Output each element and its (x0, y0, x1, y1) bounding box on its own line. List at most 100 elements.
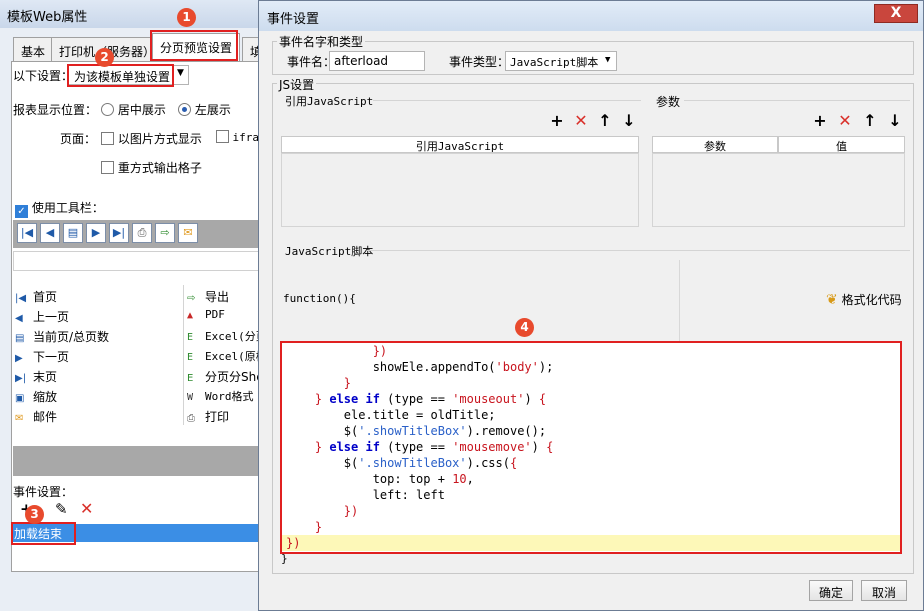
format-code-label: 格式化代码 (841, 293, 902, 307)
ref-js-table[interactable] (281, 153, 639, 227)
highlight-box-2 (67, 64, 174, 87)
code-editor[interactable]: }) showEle.appendTo('body'); } } else if… (280, 341, 902, 554)
list-item[interactable]: E Excel(原样 (187, 345, 267, 365)
zoom-icon: ▣ (15, 393, 25, 404)
list-item[interactable]: W Word格式 (187, 385, 254, 405)
radio-selected-icon (178, 103, 191, 116)
add-param-icon[interactable]: + (812, 111, 828, 130)
checkbox-image-mode-label: 以图片方式显示 (117, 132, 202, 146)
event-settings-label: 事件设置： (13, 485, 74, 499)
list-item-label: 分页分She (205, 370, 264, 384)
code-line: top: top + 10, (286, 471, 474, 487)
move-down-icon[interactable]: ↓ (887, 111, 903, 130)
badge-2: 2 (95, 48, 114, 67)
list-item[interactable]: E Excel(分页 (187, 325, 267, 345)
radio-center[interactable]: 居中展示 (101, 101, 166, 118)
code-line: } (286, 375, 351, 391)
list-item-label: 当前页/总页数 (33, 330, 110, 344)
code-token: ele.title = oldTitle; (343, 408, 496, 422)
list-item-label: Word格式 (205, 390, 254, 403)
code-token: (type == (379, 392, 453, 406)
pdf-icon: ▲ (187, 310, 194, 321)
mail-icon[interactable]: ✉ (178, 223, 198, 243)
radio-left-label: 左展示 (194, 103, 231, 117)
excel-icon: E (187, 373, 194, 384)
code-token: }) (286, 536, 301, 550)
list-item[interactable]: ✉ 邮件 (15, 405, 57, 425)
use-toolbar-label: 使用工具栏： (31, 201, 104, 215)
event-type-select[interactable]: JavaScript脚本 ▼ (505, 51, 617, 71)
code-line: }) (286, 343, 387, 359)
list-item[interactable]: |◀ 首页 (15, 285, 57, 305)
event-type-label: 事件类型： (449, 55, 510, 69)
add-ref-js-icon[interactable]: + (549, 111, 565, 130)
list-item[interactable]: ▶ 下一页 (15, 345, 69, 365)
list-item[interactable]: ◀ 上一页 (15, 305, 69, 325)
excel-icon: E (187, 332, 194, 343)
checkbox-grid-output[interactable]: 重方式输出格子 (101, 159, 202, 176)
list-item[interactable]: ▶| 末页 (15, 365, 57, 385)
move-down-icon[interactable]: ↓ (621, 111, 637, 130)
ok-button[interactable]: 确定 (809, 580, 853, 601)
format-code-button[interactable]: ❦ 格式化代码 (826, 291, 902, 308)
list-item[interactable]: ▣ 缩放 (15, 385, 57, 405)
next-page-icon[interactable]: ▶ (86, 223, 106, 243)
list-item[interactable]: ⇨ 导出 (187, 285, 229, 305)
code-token: { (538, 392, 547, 406)
checkbox-icon (101, 132, 114, 145)
page-count-icon[interactable]: ▤ (63, 223, 83, 243)
last-page-icon[interactable]: ▶| (109, 223, 129, 243)
checkbox-use-toolbar[interactable]: ✓ 使用工具栏： (15, 199, 104, 218)
export-icon[interactable]: ⇨ (155, 223, 175, 243)
event-name-input[interactable]: afterload (329, 51, 425, 71)
radio-left[interactable]: 左展示 (178, 101, 231, 118)
code-token: } (314, 440, 330, 454)
radio-center-label: 居中展示 (117, 103, 166, 117)
list-item[interactable]: E 分页分She (187, 365, 264, 385)
code-token: 'mousemove' (452, 440, 532, 454)
close-icon[interactable]: X (874, 4, 918, 23)
list-item-label: 打印 (205, 410, 230, 424)
delete-param-icon[interactable]: ✕ (837, 111, 853, 130)
move-up-icon[interactable]: ↑ (597, 111, 613, 130)
delete-icon[interactable]: ✕ (80, 499, 93, 518)
checkbox-image-mode[interactable]: 以图片方式显示 (101, 130, 202, 147)
badge-1: 1 (177, 8, 196, 27)
checkbox-iframe[interactable]: ifra (216, 130, 259, 144)
cancel-button[interactable]: 取消 (861, 580, 907, 601)
prev-page-icon[interactable]: ◀ (40, 223, 60, 243)
script-label: JavaScript脚本 (283, 243, 376, 259)
ref-js-divider (373, 100, 641, 101)
list-item-label: 缩放 (33, 390, 58, 404)
setting-label: 以下设置： (13, 69, 74, 83)
first-page-icon[interactable]: |◀ (17, 223, 37, 243)
event-settings-dialog: 事件设置 X 事件名字和类型 事件名： afterload 事件类型： Java… (258, 0, 924, 611)
code-token: }) (343, 504, 359, 518)
toolbar-blank-row (13, 251, 268, 271)
code-token: ) (531, 440, 547, 454)
params-divider (684, 100, 910, 101)
delete-ref-js-icon[interactable]: ✕ (573, 111, 589, 130)
page-count-icon: ▤ (15, 333, 25, 344)
code-line: showEle.appendTo('body'); (286, 359, 554, 375)
next-page-icon: ▶ (15, 353, 23, 364)
code-line: ele.title = oldTitle; (286, 407, 496, 423)
code-token: 'mouseout' (452, 392, 525, 406)
list-item[interactable]: ⎙ 打印 (187, 405, 229, 425)
edit-icon[interactable]: ✎ (55, 500, 68, 518)
export-icon: ⇨ (187, 293, 196, 304)
params-label: 参数 (654, 93, 683, 110)
code-line: left: left (286, 487, 445, 503)
code-token: ); (538, 360, 554, 374)
move-up-icon[interactable]: ↑ (862, 111, 878, 130)
params-table[interactable] (652, 153, 905, 227)
value-column-header: 值 (778, 136, 905, 153)
word-icon: W (187, 392, 194, 403)
radio-icon (101, 103, 114, 116)
code-line: $('.showTitleBox').css({ (286, 455, 517, 471)
list-item[interactable]: ▲ PDF (187, 305, 225, 325)
print-icon[interactable]: ⎙ (132, 223, 152, 243)
tab-basic[interactable]: 基本 (13, 37, 54, 61)
code-token: { (509, 456, 518, 470)
list-item[interactable]: ▤ 当前页/总页数 (15, 325, 109, 345)
